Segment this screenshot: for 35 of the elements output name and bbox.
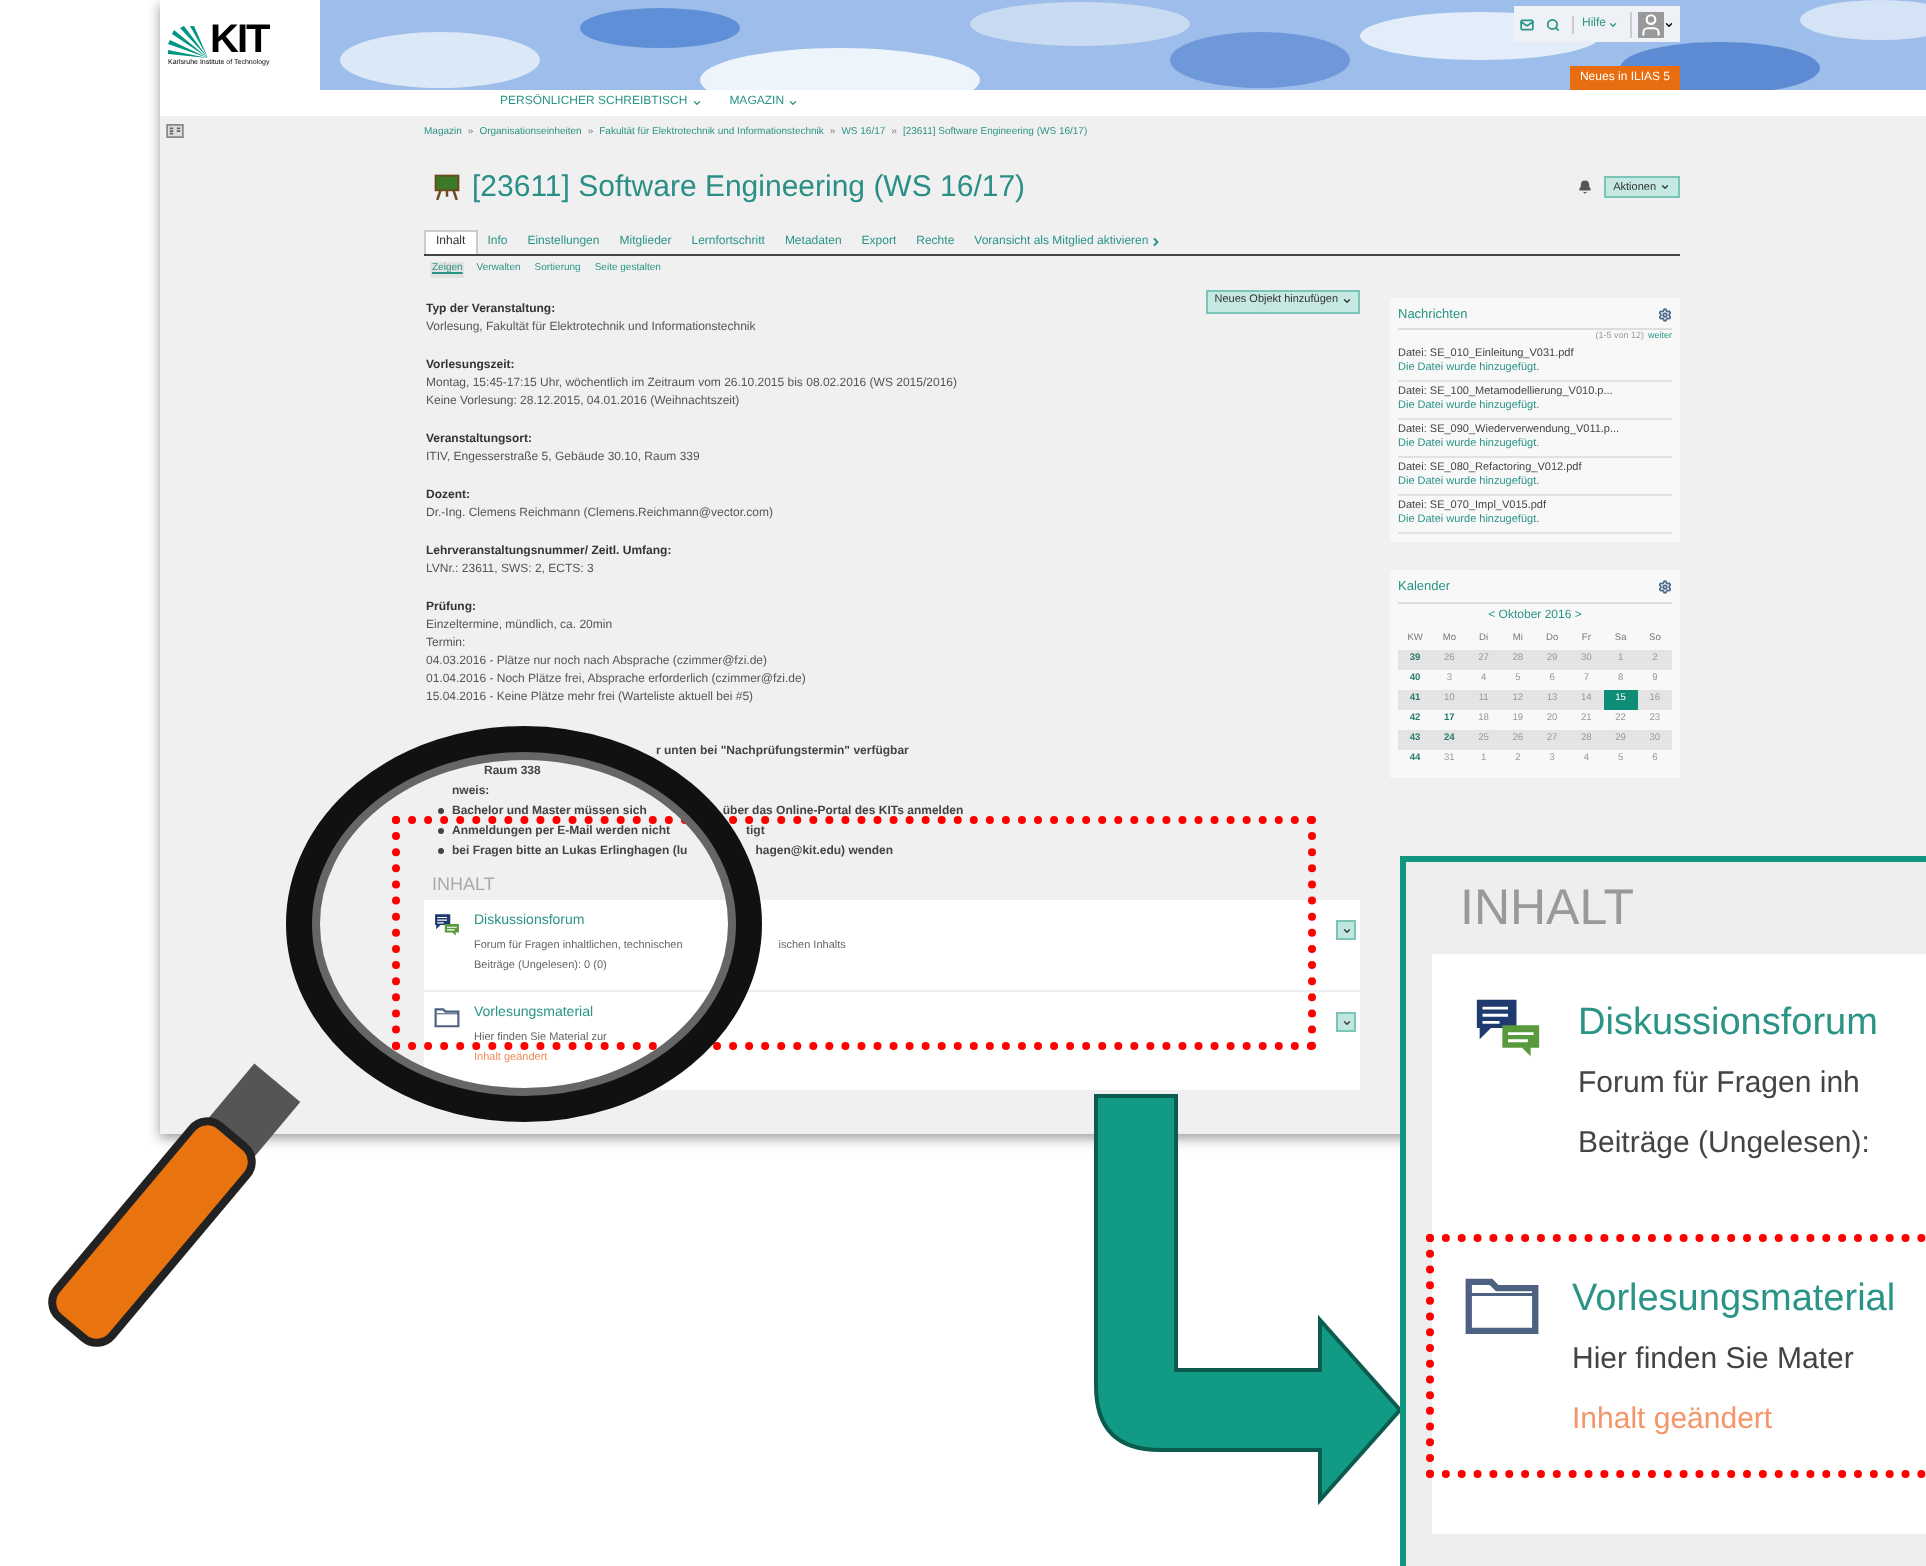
text-line: Beiträge (Ungelesen): [1578, 1124, 1872, 1164]
item-menu-button[interactable] [1336, 1012, 1356, 1032]
logo-fan-icon [168, 26, 208, 58]
chevron-icon [1150, 236, 1163, 248]
item-menu-button[interactable] [1336, 920, 1356, 940]
chalkboard-icon [434, 174, 460, 201]
settings-icon[interactable] [1658, 580, 1672, 595]
logo-wordmark: KIT [210, 22, 269, 58]
bell-icon[interactable] [1577, 180, 1592, 195]
folder-icon [434, 1004, 460, 1030]
page-title: [23611] Software Engineering (WS 16/17) [472, 167, 1026, 207]
bullet-icon [438, 828, 444, 834]
chat-bubbles-icon [434, 912, 460, 938]
text-line: Hier finden Sie Mater [1572, 1340, 1856, 1380]
text-line: Inhalt geändert [1572, 1400, 1775, 1440]
item-title[interactable]: Vorlesungsmaterial [1572, 1270, 1896, 1330]
sidebar-toggle-icon[interactable] [166, 124, 184, 138]
section-heading: INHALT [1458, 878, 1637, 940]
bullet-icon [438, 848, 444, 854]
caret-icon [1660, 182, 1670, 193]
caret-icon [1341, 925, 1351, 935]
item-title[interactable]: Diskussionsforum [1578, 994, 1878, 1054]
caret-icon [1341, 1017, 1351, 1027]
caret-icon [1342, 296, 1352, 306]
bullet-icon [438, 808, 444, 814]
section-heading: INHALT [432, 871, 497, 897]
caret-icon [691, 98, 702, 108]
mail-icon[interactable] [1519, 17, 1534, 31]
search-icon[interactable] [1545, 17, 1560, 31]
caret-icon [1608, 19, 1618, 29]
caret-icon [788, 98, 799, 108]
avatar-icon[interactable] [1638, 11, 1664, 37]
text-line: Forum für Fragen inh [1578, 1064, 1862, 1104]
caret-icon [1664, 19, 1674, 29]
settings-icon[interactable] [1658, 307, 1672, 322]
